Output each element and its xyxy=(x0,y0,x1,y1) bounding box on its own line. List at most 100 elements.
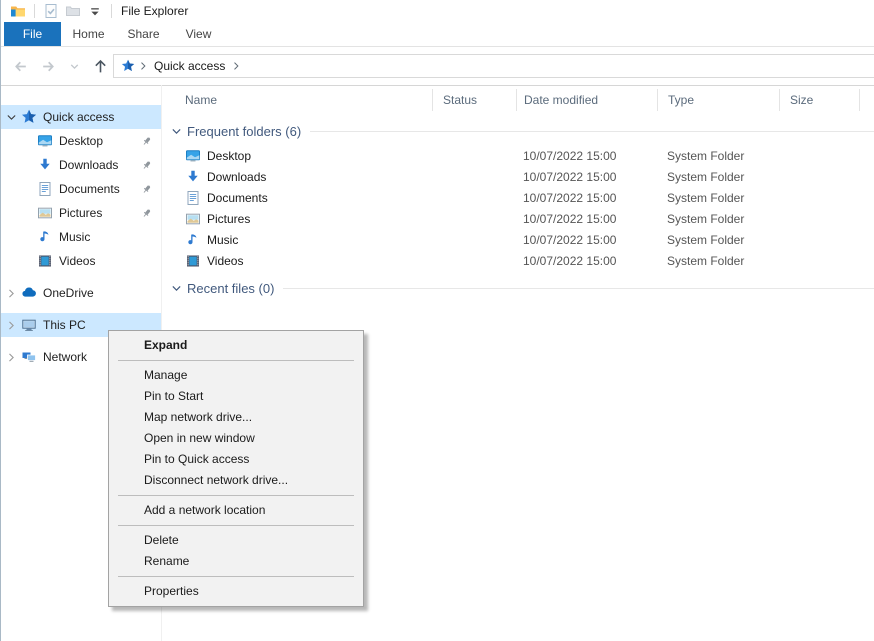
sidebar-item-label: Quick access xyxy=(43,110,114,124)
sidebar-item-pictures[interactable]: Pictures xyxy=(1,201,161,225)
file-type: System Folder xyxy=(657,191,779,205)
sidebar-item-label: OneDrive xyxy=(43,286,94,300)
group-header-rule xyxy=(283,288,874,289)
pin-icon xyxy=(140,135,153,148)
file-name: Videos xyxy=(207,254,243,268)
chevron-right-icon[interactable] xyxy=(5,287,21,300)
tab-file[interactable]: File xyxy=(4,22,61,46)
ribbon-tabs: FileHomeShareView xyxy=(1,22,874,47)
recent-locations-dropdown-icon[interactable] xyxy=(68,60,81,73)
context-menu-item-properties[interactable]: Properties xyxy=(109,581,363,602)
file-date-modified: 10/07/2022 15:00 xyxy=(516,191,657,205)
new-folder-icon[interactable] xyxy=(65,3,81,19)
file-type: System Folder xyxy=(657,254,779,268)
chevron-down-icon[interactable] xyxy=(170,125,183,138)
network-icon xyxy=(21,349,37,365)
sidebar-item-quick-access[interactable]: Quick access xyxy=(1,105,161,129)
group-header-frequent-folders[interactable]: Frequent folders (6) xyxy=(170,124,874,139)
file-name: Downloads xyxy=(207,170,266,184)
desktop-icon xyxy=(37,133,53,149)
sidebar-item-label: Documents xyxy=(59,182,120,196)
chevron-right-icon[interactable] xyxy=(5,319,21,332)
sidebar-item-downloads[interactable]: Downloads xyxy=(1,153,161,177)
sidebar-item-label: This PC xyxy=(43,318,86,332)
context-menu-item-manage[interactable]: Manage xyxy=(109,365,363,386)
file-type: System Folder xyxy=(657,170,779,184)
chevron-right-icon[interactable] xyxy=(137,60,149,72)
sidebar-item-label: Downloads xyxy=(59,158,118,172)
back-icon[interactable] xyxy=(12,58,29,75)
pin-icon xyxy=(140,183,153,196)
column-header-name[interactable]: Name xyxy=(170,89,432,111)
file-date-modified: 10/07/2022 15:00 xyxy=(516,212,657,226)
breadcrumb-item[interactable]: Quick access xyxy=(151,59,228,73)
music-icon xyxy=(185,232,201,248)
file-row-desktop[interactable]: Desktop10/07/2022 15:00System Folder xyxy=(162,145,874,166)
forward-icon[interactable] xyxy=(40,58,57,75)
downloads-icon xyxy=(185,169,201,185)
group-header-label: Frequent folders (6) xyxy=(187,124,301,139)
file-row-documents[interactable]: Documents 10/07/2022 15:00System Folder xyxy=(162,187,874,208)
file-name: Documents xyxy=(207,191,268,205)
group-header-recent-files[interactable]: Recent files (0) xyxy=(170,281,874,296)
menu-separator xyxy=(118,525,354,526)
file-row-pictures[interactable]: Pictures 10/07/2022 15:00System Folder xyxy=(162,208,874,229)
window-title: File Explorer xyxy=(121,4,188,18)
file-date-modified: 10/07/2022 15:00 xyxy=(516,254,657,268)
tab-share[interactable]: Share xyxy=(116,22,171,46)
file-row-downloads[interactable]: Downloads 10/07/2022 15:00System Folder xyxy=(162,166,874,187)
tab-view[interactable]: View xyxy=(171,22,226,46)
context-menu-item-delete[interactable]: Delete xyxy=(109,530,363,551)
context-menu-item-add-a-network-location[interactable]: Add a network location xyxy=(109,500,363,521)
file-row-music[interactable]: Music10/07/2022 15:00System Folder xyxy=(162,229,874,250)
file-date-modified: 10/07/2022 15:00 xyxy=(516,170,657,184)
documents-icon xyxy=(185,190,201,206)
file-type: System Folder xyxy=(657,149,779,163)
quick-access-star-icon xyxy=(21,109,37,125)
properties-icon[interactable] xyxy=(43,3,59,19)
context-menu-item-open-in-new-window[interactable]: Open in new window xyxy=(109,428,363,449)
sidebar-item-desktop[interactable]: Desktop xyxy=(1,129,161,153)
chevron-right-icon[interactable] xyxy=(230,60,242,72)
sidebar-item-onedrive[interactable]: OneDrive xyxy=(1,281,161,305)
context-menu-item-rename[interactable]: Rename xyxy=(109,551,363,572)
column-header-status[interactable]: Status xyxy=(432,89,516,111)
quick-access-star-icon xyxy=(121,59,135,73)
file-list: Frequent folders (6) Desktop10/07/2022 15… xyxy=(162,124,874,296)
context-menu-item-map-network-drive[interactable]: Map network drive... xyxy=(109,407,363,428)
menu-separator xyxy=(118,360,354,361)
videos-icon xyxy=(185,253,201,269)
up-icon[interactable] xyxy=(92,58,109,75)
context-menu-item-expand[interactable]: Expand xyxy=(109,335,363,356)
column-header-type[interactable]: Type xyxy=(657,89,779,111)
context-menu: Expand ManagePin to StartMap network driv… xyxy=(108,330,364,607)
context-menu-item-disconnect-network-drive[interactable]: Disconnect network drive... xyxy=(109,470,363,491)
sidebar-item-label: Videos xyxy=(59,254,95,268)
sidebar-item-documents[interactable]: Documents xyxy=(1,177,161,201)
chevron-down-icon[interactable] xyxy=(170,282,183,295)
file-row-videos[interactable]: Videos 10/07/2022 15:00System Folder xyxy=(162,250,874,271)
sidebar-item-label: Music xyxy=(59,230,90,244)
file-date-modified: 10/07/2022 15:00 xyxy=(516,149,657,163)
titlebar-separator xyxy=(111,4,112,18)
file-type: System Folder xyxy=(657,212,779,226)
pin-icon xyxy=(140,159,153,172)
address-bar[interactable]: Quick access xyxy=(113,54,874,78)
chevron-down-icon[interactable] xyxy=(5,111,21,124)
file-name: Pictures xyxy=(207,212,250,226)
downloads-icon xyxy=(37,157,53,173)
pictures-icon xyxy=(185,211,201,227)
column-header-date-modified[interactable]: Date modified xyxy=(516,89,657,111)
menu-separator xyxy=(118,576,354,577)
toolbar-dropdown-icon[interactable] xyxy=(87,3,103,19)
sidebar-item-videos[interactable]: Videos xyxy=(1,249,161,273)
sidebar-item-music[interactable]: Music xyxy=(1,225,161,249)
column-header-size[interactable]: Size xyxy=(779,89,859,111)
context-menu-item-pin-to-start[interactable]: Pin to Start xyxy=(109,386,363,407)
file-explorer-window: File Explorer FileHomeShareView Quick ac… xyxy=(0,0,874,641)
column-headers: NameStatusDate modifiedTypeSize xyxy=(162,85,874,114)
chevron-right-icon[interactable] xyxy=(5,351,21,364)
tab-home[interactable]: Home xyxy=(61,22,116,46)
group-header-rule xyxy=(310,131,874,132)
context-menu-item-pin-to-quick-access[interactable]: Pin to Quick access xyxy=(109,449,363,470)
